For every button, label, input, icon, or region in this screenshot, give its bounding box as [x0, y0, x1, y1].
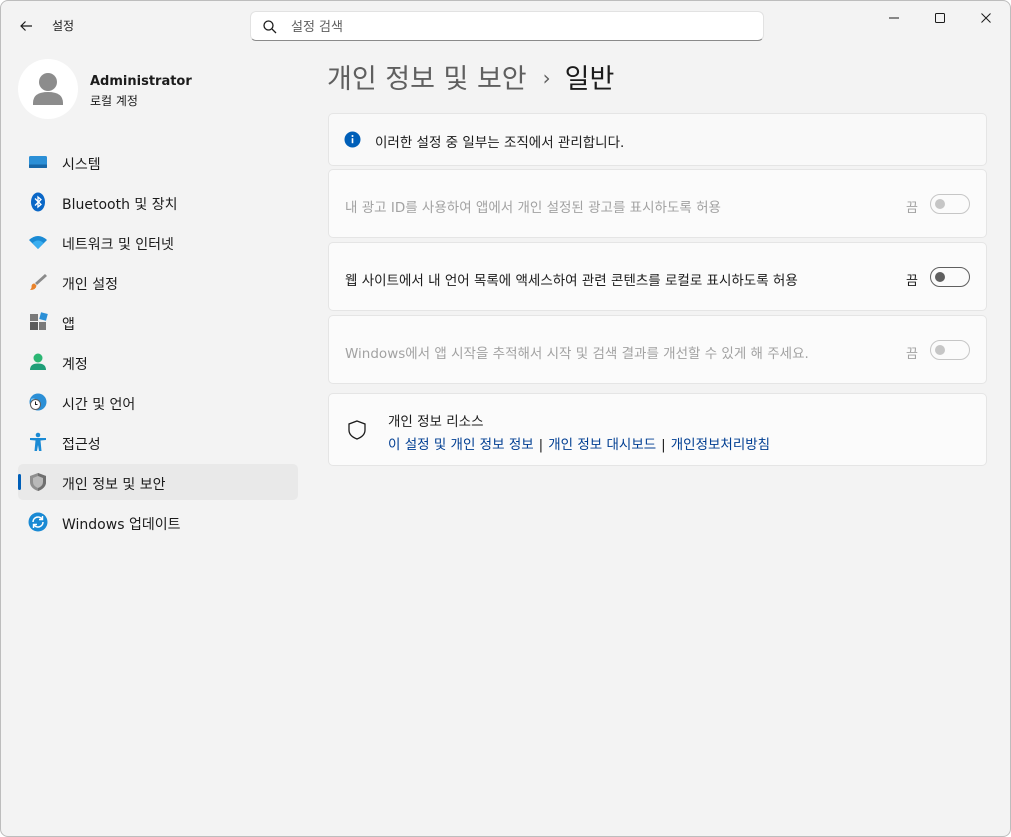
banner-text: 이러한 설정 중 일부는 조직에서 관리합니다. [375, 135, 625, 151]
setting-label: 내 광고 ID를 사용하여 앱에서 개인 설정된 광고를 표시하도록 허용 [345, 200, 721, 216]
sidebar-item-accounts[interactable]: 계정 [18, 344, 298, 380]
search-input[interactable] [289, 16, 753, 38]
search-icon [263, 20, 277, 34]
sidebar-item-apps[interactable]: 앱 [18, 304, 298, 340]
avatar[interactable] [18, 59, 78, 119]
breadcrumb-separator-icon: › [542, 66, 551, 90]
system-icon [29, 156, 47, 168]
setting-label: 웹 사이트에서 내 언어 목록에 액세스하여 관련 콘텐츠를 로컬로 표시하도록… [345, 273, 798, 289]
back-button[interactable] [15, 15, 37, 37]
toggle-state-text: 끔 [906, 274, 918, 289]
advertising-id-toggle[interactable] [930, 194, 970, 214]
toggle-state-text: 끔 [906, 201, 918, 216]
account-type: 로컬 계정 [90, 94, 138, 108]
settings-window: 설정 Administrator 로컬 계정 시스템 [0, 0, 1011, 837]
sidebar-item-system[interactable]: 시스템 [18, 144, 298, 180]
info-icon [344, 131, 361, 148]
resources-title: 개인 정보 리소스 [388, 414, 484, 430]
sidebar-item-label: 개인 정보 및 보안 [62, 477, 166, 493]
update-icon [28, 512, 48, 532]
maximize-icon [935, 13, 945, 23]
toggle-knob [935, 199, 945, 209]
sidebar-item-label: 시간 및 언어 [62, 397, 136, 413]
brush-icon [30, 274, 47, 290]
link-privacy-statement[interactable]: 개인정보처리방침 [671, 437, 770, 453]
breadcrumb-parent[interactable]: 개인 정보 및 보안 [327, 64, 527, 95]
wifi-icon [29, 236, 47, 249]
link-separator: | [538, 437, 544, 453]
time-language-icon [29, 393, 47, 411]
resources-links: 이 설정 및 개인 정보 정보 | 개인 정보 대시보드 | 개인정보처리방침 [388, 433, 770, 453]
breadcrumb: 개인 정보 및 보안 › 일반 [327, 57, 614, 96]
link-settings-privacy-info[interactable]: 이 설정 및 개인 정보 정보 [388, 437, 534, 453]
close-icon [981, 13, 991, 23]
toggle-knob [935, 345, 945, 355]
accessibility-icon [30, 432, 46, 451]
search-box[interactable] [250, 11, 764, 41]
sidebar-item-label: Bluetooth 및 장치 [62, 197, 178, 213]
sidebar-item-network[interactable]: 네트워크 및 인터넷 [18, 224, 298, 260]
shield-outline-icon [348, 420, 366, 440]
link-separator: | [661, 437, 666, 453]
minimize-icon [889, 17, 899, 19]
sidebar-item-label: 시스템 [62, 157, 101, 173]
bluetooth-icon [31, 192, 45, 212]
app-launch-tracking-toggle[interactable] [930, 340, 970, 360]
sidebar-item-windows-update[interactable]: Windows 업데이트 [18, 504, 298, 540]
sidebar-item-label: 네트워크 및 인터넷 [62, 237, 174, 253]
sidebar-item-accessibility[interactable]: 접근성 [18, 424, 298, 460]
user-name: Administrator [90, 74, 192, 89]
user-avatar-icon [33, 73, 63, 105]
setting-app-launch-tracking: Windows에서 앱 시작을 추적해서 시작 및 검색 결과를 개선할 수 있… [328, 315, 987, 384]
minimize-button[interactable] [871, 3, 917, 33]
toggle-state-text: 끔 [906, 347, 918, 362]
setting-language-list: 웹 사이트에서 내 언어 목록에 액세스하여 관련 콘텐츠를 로컬로 표시하도록… [328, 242, 987, 311]
sidebar-item-label: Windows 업데이트 [62, 517, 181, 533]
language-list-toggle[interactable] [930, 267, 970, 287]
sidebar-item-bluetooth[interactable]: Bluetooth 및 장치 [18, 184, 298, 220]
setting-label: Windows에서 앱 시작을 추적해서 시작 및 검색 결과를 개선할 수 있… [345, 346, 809, 362]
close-button[interactable] [963, 3, 1009, 33]
shield-icon [30, 473, 46, 491]
managed-by-org-banner: 이러한 설정 중 일부는 조직에서 관리합니다. [328, 113, 987, 166]
sidebar-item-time-language[interactable]: 시간 및 언어 [18, 384, 298, 420]
app-title: 설정 [52, 19, 75, 33]
setting-advertising-id: 내 광고 ID를 사용하여 앱에서 개인 설정된 광고를 표시하도록 허용 끔 [328, 169, 987, 238]
sidebar-item-personalization[interactable]: 개인 설정 [18, 264, 298, 300]
sidebar-item-label: 계정 [62, 357, 88, 373]
sidebar-item-label: 개인 설정 [62, 277, 118, 293]
page-title: 일반 [564, 64, 615, 95]
link-privacy-dashboard[interactable]: 개인 정보 대시보드 [548, 437, 656, 453]
toggle-knob [935, 272, 945, 282]
apps-icon [30, 312, 48, 330]
privacy-resources-card: 개인 정보 리소스 이 설정 및 개인 정보 정보 | 개인 정보 대시보드 | 개인정… [328, 393, 987, 466]
sidebar-item-label: 앱 [62, 317, 75, 333]
maximize-button[interactable] [917, 3, 963, 33]
sidebar-item-label: 접근성 [62, 437, 101, 453]
account-icon [30, 353, 46, 370]
back-arrow-icon [20, 21, 32, 31]
sidebar-nav: 시스템 Bluetooth 및 장치 네트워크 및 인터넷 개인 설정 앱 계정… [18, 144, 298, 544]
sidebar-item-privacy-security[interactable]: 개인 정보 및 보안 [18, 464, 298, 500]
